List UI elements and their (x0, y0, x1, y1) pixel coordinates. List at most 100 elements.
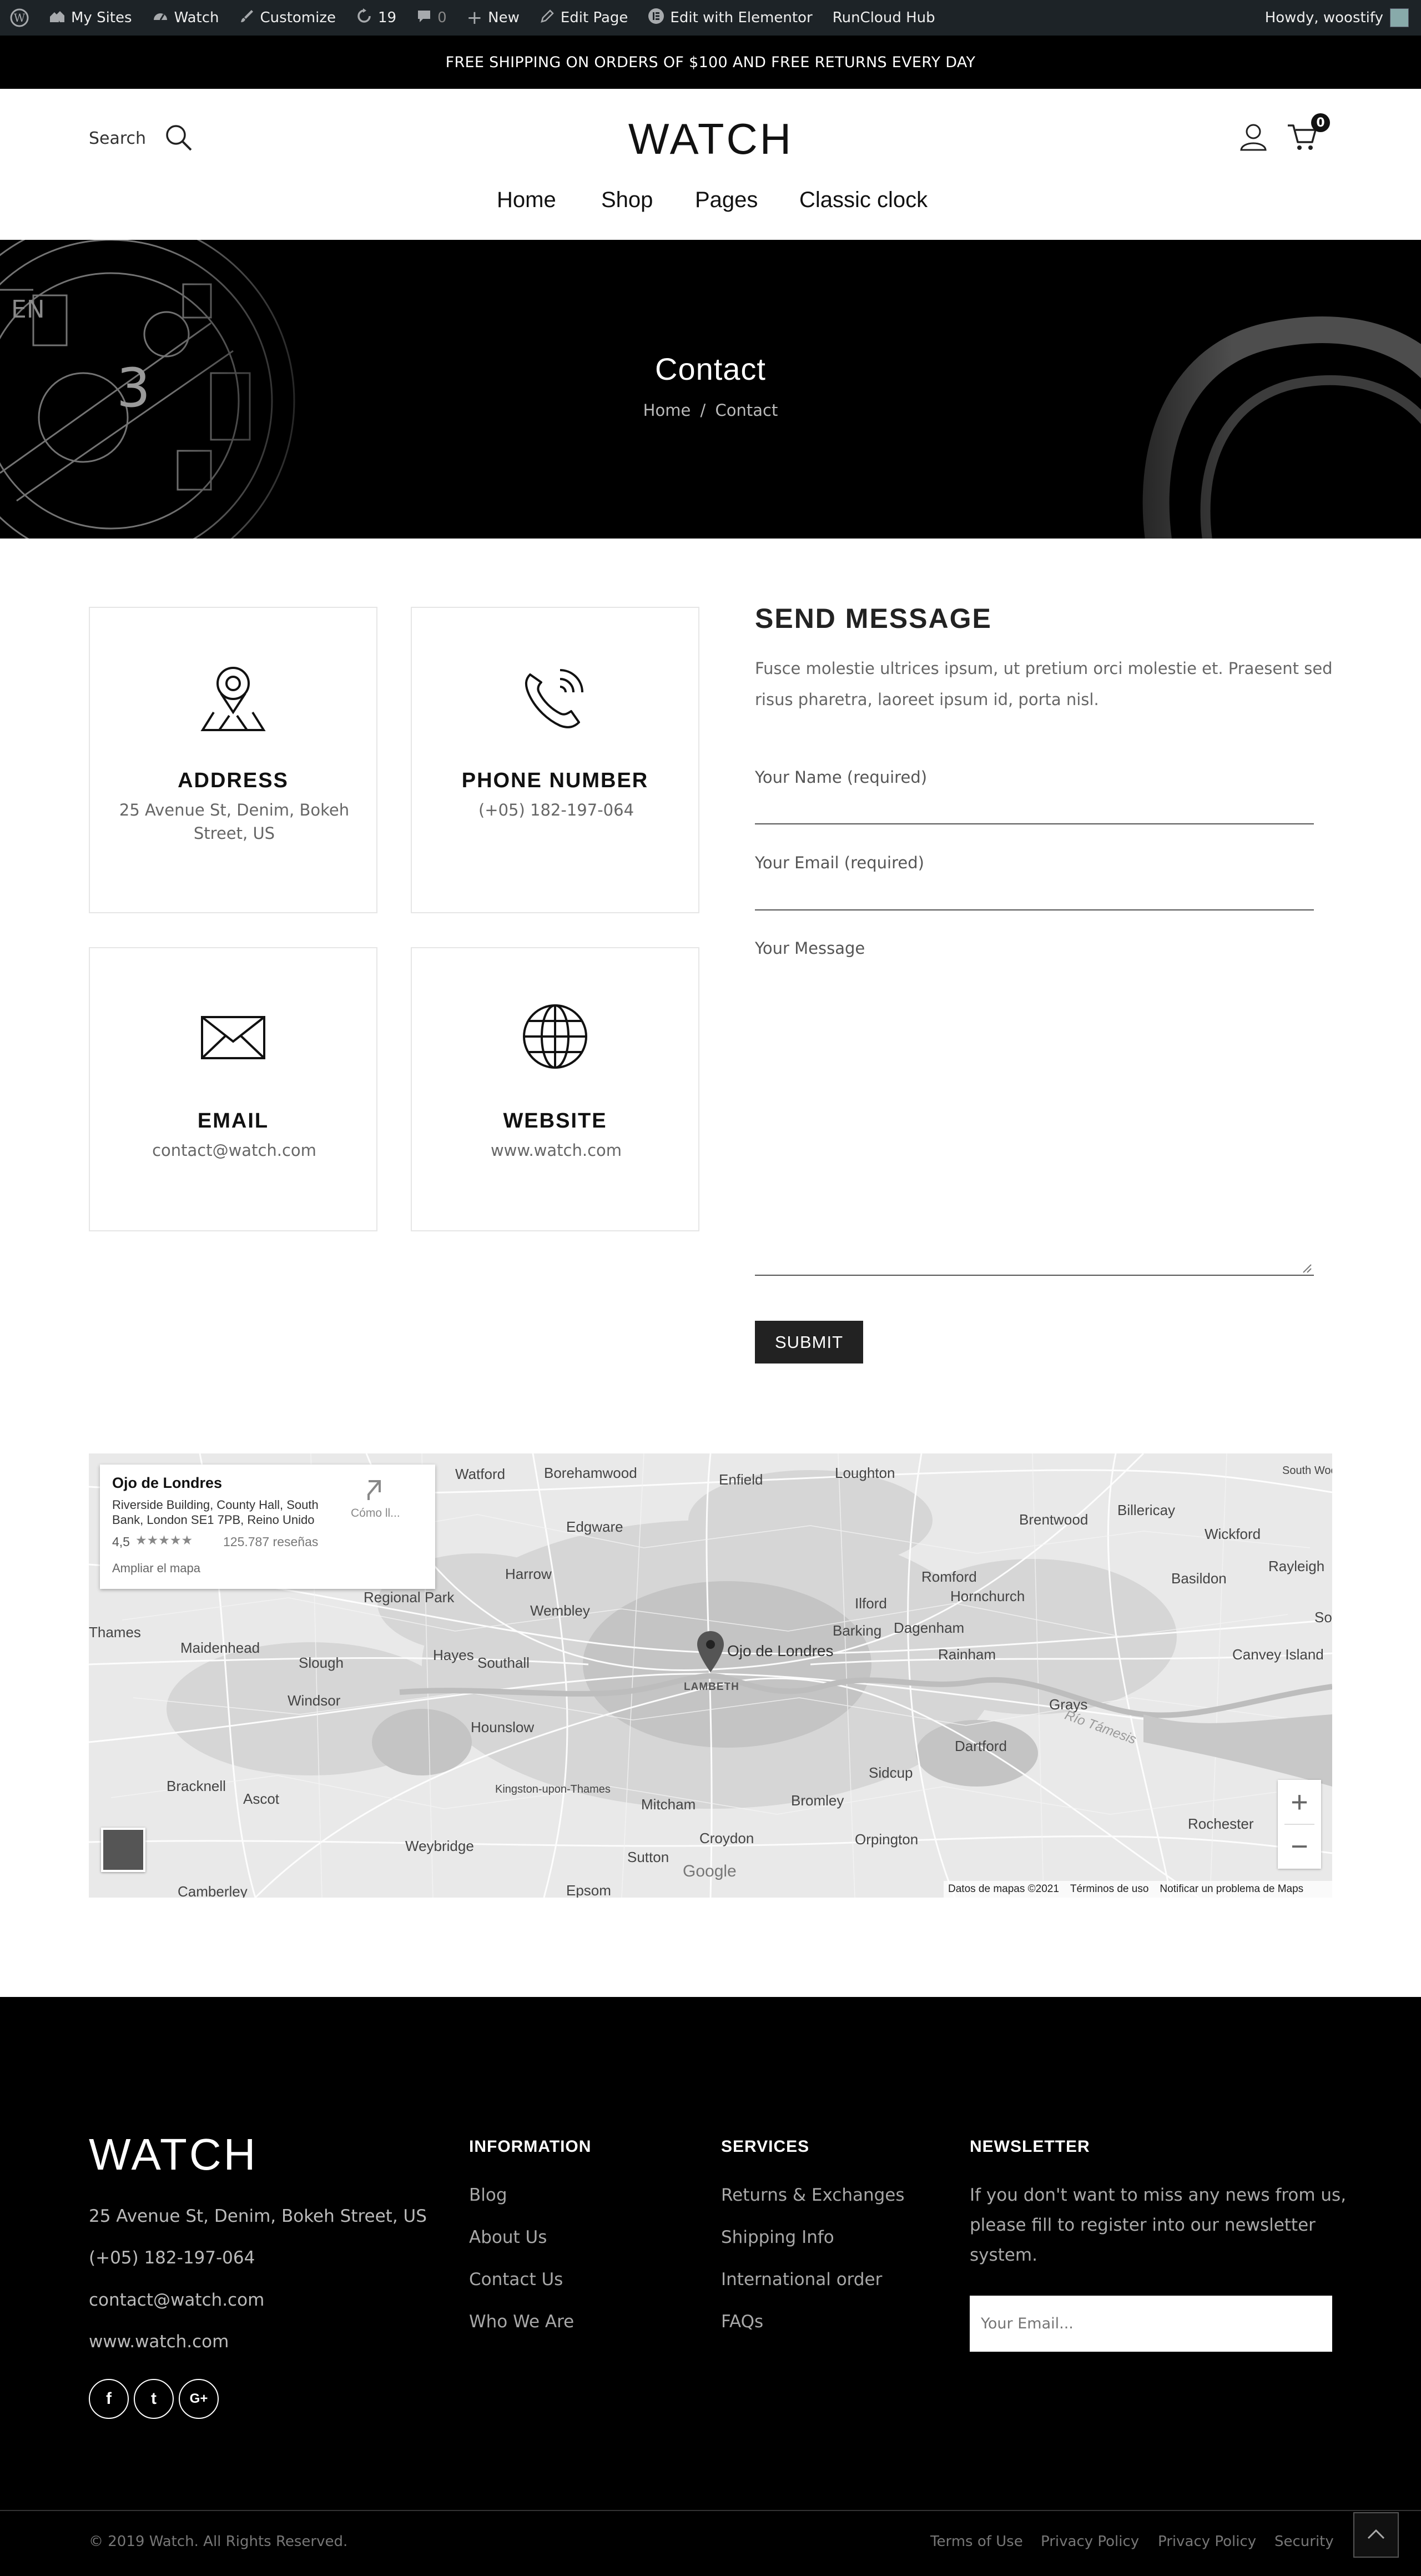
service-link-shipping[interactable]: Shipping Info (721, 2227, 834, 2247)
map-town-label: Borehamwood (544, 1465, 637, 1481)
logo-text: WATCH (628, 114, 794, 163)
info-link-contact[interactable]: Contact Us (469, 2270, 563, 2290)
back-to-top-button[interactable] (1353, 2512, 1399, 2558)
customize-label: Customize (260, 9, 336, 26)
breadcrumb-home[interactable]: Home (643, 401, 691, 420)
footer-website[interactable]: www.watch.com (89, 2332, 229, 2352)
map-town-label: Slough (299, 1654, 344, 1671)
user-account-icon[interactable] (1238, 121, 1269, 154)
map-town-label: Rochester (1188, 1815, 1254, 1832)
website-value[interactable]: www.watch.com (434, 1139, 678, 1162)
expand-map-link[interactable]: Ampliar el mapa (112, 1561, 200, 1576)
lambeth-label: LAMBETH (684, 1681, 739, 1693)
my-sites-menu[interactable]: My Sites (39, 0, 142, 36)
chevron-up-icon (1367, 2528, 1385, 2542)
information-title: INFORMATION (469, 2137, 592, 2156)
breadcrumb-separator: / (700, 401, 706, 420)
map-marker-icon[interactable] (696, 1630, 725, 1676)
twitter-icon[interactable]: t (134, 2379, 174, 2419)
updates-menu[interactable]: 19 (346, 0, 406, 36)
breadcrumb: Home / Contact (0, 401, 1421, 420)
breadcrumb-current: Contact (715, 401, 778, 420)
site-logo[interactable]: WATCH (626, 117, 795, 161)
nav-home[interactable]: Home (497, 188, 556, 213)
map-town-label: Epsom (566, 1882, 611, 1898)
place-name: Ojo de Londres (112, 1475, 223, 1491)
map-town-label: Dartford (955, 1738, 1007, 1754)
directions-label[interactable]: Cómo ll... (351, 1507, 400, 1520)
facebook-icon[interactable]: f (89, 2379, 129, 2419)
directions-icon[interactable] (361, 1478, 385, 1505)
map-town-label: Hornchurch (950, 1588, 1025, 1604)
runcloud-label: RunCloud Hub (832, 9, 935, 26)
map-terms-link[interactable]: Términos de uso (1070, 1883, 1149, 1895)
zoom-controls: + − (1278, 1780, 1321, 1869)
map-town-label: Ilford (855, 1595, 887, 1612)
address-line-1: 25 Avenue St, Denim, Bokeh (119, 801, 350, 819)
map-town-label: Canvey Island (1232, 1646, 1324, 1663)
updates-count: 19 (378, 9, 397, 26)
resize-handle-icon[interactable] (1302, 1264, 1312, 1276)
email-label: Your Email (required) (755, 853, 924, 872)
nav-shop[interactable]: Shop (601, 188, 653, 213)
service-link-faqs[interactable]: FAQs (721, 2312, 763, 2332)
map-town-label: Edgware (566, 1518, 623, 1535)
review-count[interactable]: 125.787 reseñas (223, 1534, 318, 1549)
search-icon[interactable] (164, 123, 193, 154)
runcloud-menu[interactable]: RunCloud Hub (823, 0, 945, 36)
google-plus-icon[interactable]: G+ (179, 2379, 219, 2419)
watch-background-image: EN 3 (0, 240, 1421, 539)
map-town-label: Camberley (178, 1883, 248, 1898)
terms-link[interactable]: Terms of Use (930, 2533, 1023, 2550)
form-intro-line-2: risus pharetra, laoreet ipsum id, porta … (755, 690, 1099, 709)
email-value: contact@watch.com (152, 1141, 316, 1160)
google-map[interactable]: Ojo de Londres Riverside Building, Count… (89, 1453, 1332, 1898)
map-report-link[interactable]: Notificar un problema de Maps (1160, 1883, 1303, 1895)
edit-elementor-menu[interactable]: Edit with Elementor (638, 0, 822, 36)
brush-icon (239, 8, 255, 28)
wordpress-logo-icon[interactable]: W (0, 0, 39, 36)
customize-menu[interactable]: Customize (229, 0, 346, 36)
footer-email[interactable]: contact@watch.com (89, 2290, 264, 2310)
search-label[interactable]: Search (89, 129, 146, 148)
info-link-who-we-are[interactable]: Who We Are (469, 2312, 574, 2332)
comments-menu[interactable]: 0 (406, 0, 457, 36)
info-link-about[interactable]: About Us (469, 2227, 547, 2247)
promo-text: FREE SHIPPING ON ORDERS OF $100 AND FREE… (445, 53, 976, 71)
newsletter-email-input[interactable] (970, 2296, 1332, 2352)
zoom-in-button[interactable]: + (1278, 1780, 1321, 1824)
google-logo: Google (683, 1862, 737, 1880)
new-menu[interactable]: + New (457, 0, 530, 36)
security-link[interactable]: Security (1274, 2533, 1334, 2550)
edit-page-menu[interactable]: Edit Page (530, 0, 638, 36)
zoom-out-button[interactable]: − (1278, 1824, 1321, 1869)
message-underline (755, 1275, 1314, 1276)
account-menu[interactable]: Howdy, woostify (1265, 8, 1421, 27)
email-input[interactable] (755, 874, 1314, 909)
map-town-label: Basildon (1171, 1570, 1227, 1587)
footer-logo[interactable]: WATCH (89, 2132, 258, 2177)
submit-button[interactable]: SUBMIT (755, 1321, 863, 1364)
info-link-blog[interactable]: Blog (469, 2185, 507, 2205)
svg-text:W: W (14, 11, 26, 24)
map-town-label: Romford (921, 1568, 977, 1585)
name-input[interactable] (755, 788, 1314, 823)
nav-pages[interactable]: Pages (695, 188, 758, 213)
marker-label: Ojo de Londres (727, 1642, 834, 1659)
comment-icon (416, 8, 432, 28)
satellite-toggle[interactable] (101, 1828, 145, 1872)
privacy-link-2[interactable]: Privacy Policy (1158, 2533, 1256, 2550)
map-town-label: Regional Park (364, 1589, 455, 1606)
message-textarea[interactable] (755, 960, 1314, 1275)
privacy-link-1[interactable]: Privacy Policy (1041, 2533, 1139, 2550)
nav-classic-clock[interactable]: Classic clock (799, 188, 928, 213)
email-card: EMAIL contact@watch.com (89, 947, 377, 1231)
map-town-label: Rainham (938, 1646, 996, 1663)
map-town-label: Harrow (505, 1566, 552, 1582)
service-link-international[interactable]: International order (721, 2270, 882, 2290)
map-town-label: Enfield (719, 1471, 763, 1488)
service-link-returns[interactable]: Returns & Exchanges (721, 2185, 905, 2205)
howdy-label: Howdy, woostify (1264, 9, 1383, 26)
address-line-2: Street, US (193, 824, 275, 843)
site-menu[interactable]: Watch (142, 0, 229, 36)
